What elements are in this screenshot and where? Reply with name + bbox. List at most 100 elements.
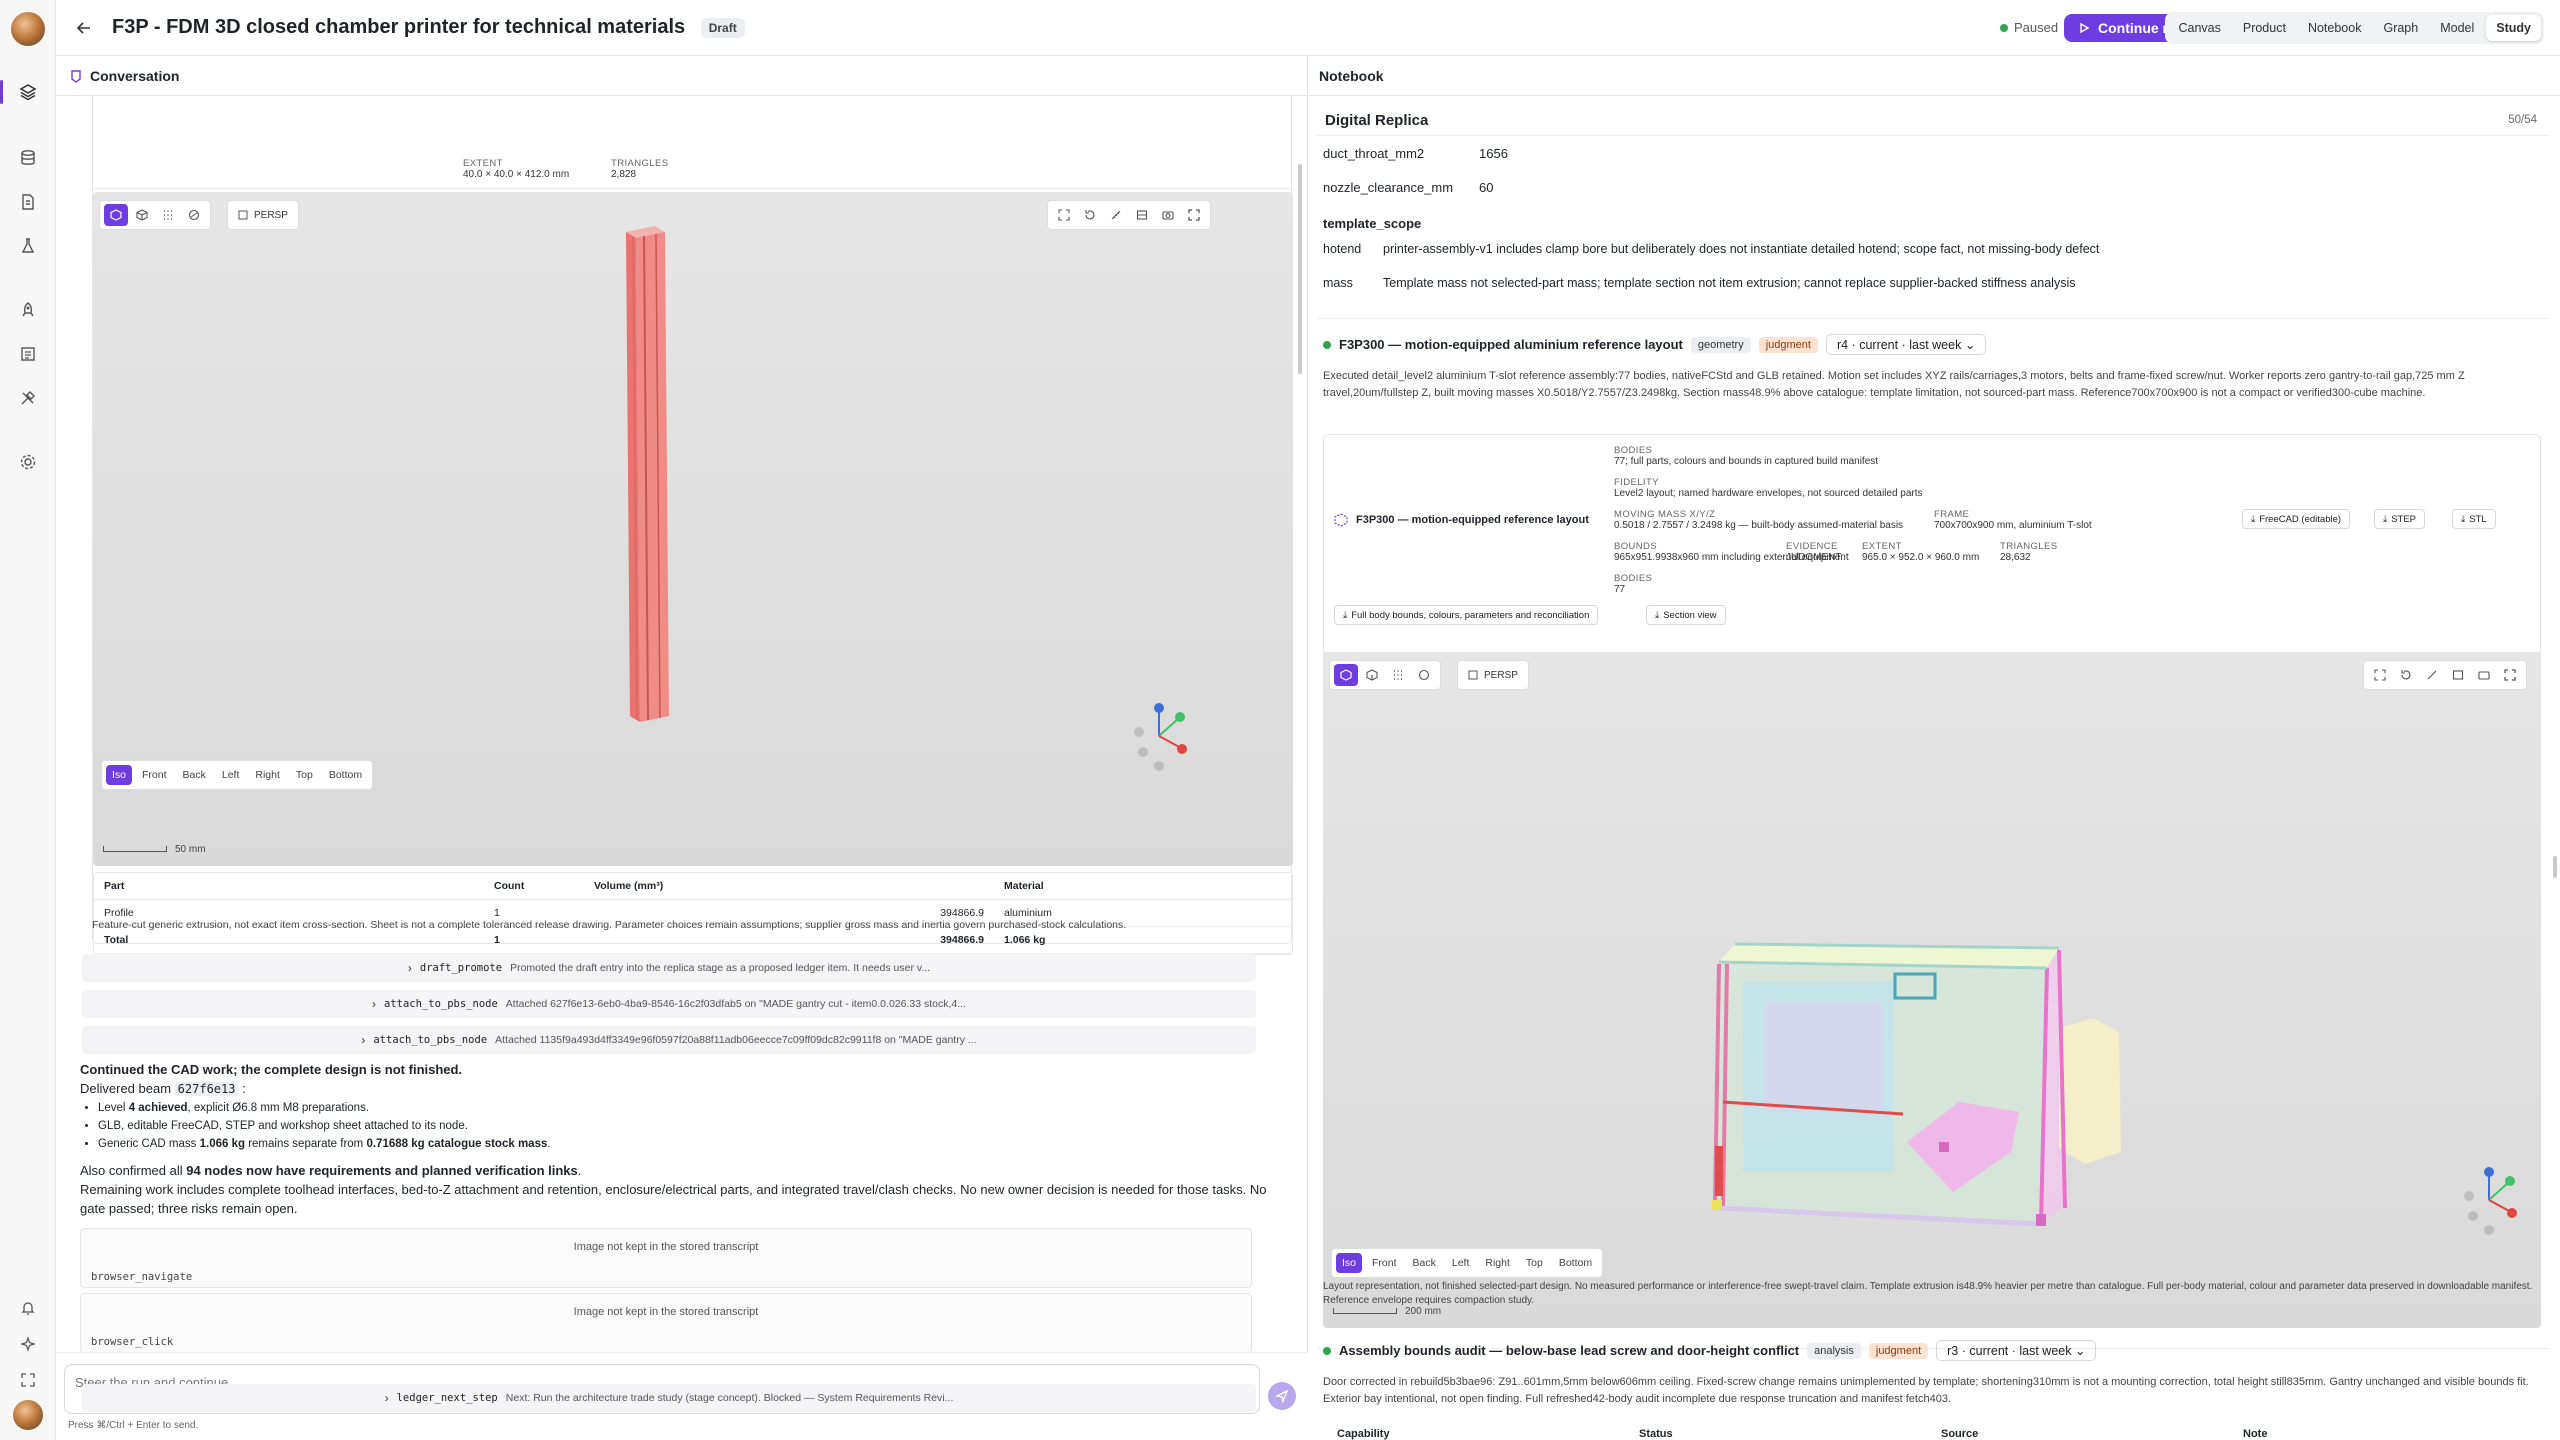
download-icon: ⤓ [1655, 609, 1660, 621]
scope-row-hotend: hotend printer-assembly-v1 includes clamp… [1323, 242, 2100, 256]
section-header: Digital Replica 50/54 [1317, 104, 2549, 136]
col-volume: Volume (mm³) [584, 873, 994, 900]
chevron-down-icon: ⌄ [1964, 338, 1976, 352]
tools-icon[interactable] [16, 386, 40, 410]
send-icon [1275, 1389, 1289, 1403]
view-right[interactable]: Right [249, 765, 286, 785]
tab-graph[interactable]: Graph [2373, 15, 2428, 41]
view-bottom[interactable]: Bottom [323, 765, 368, 785]
conversation-scrollbar[interactable] [1298, 164, 1302, 374]
col-status: Status [1639, 1428, 1673, 1440]
axis-gizmo[interactable] [1119, 696, 1199, 776]
back-arrow-icon[interactable] [74, 18, 94, 38]
checklist-icon[interactable] [16, 342, 40, 366]
view-front[interactable]: Front [136, 765, 173, 785]
audit-table-header: Capability Status Source Note [1337, 1428, 2537, 1440]
download-icon: ⤓ [2383, 513, 2388, 525]
expand-icon[interactable] [16, 1368, 40, 1392]
assistant-message: Continued the CAD work; the complete des… [80, 1060, 1280, 1218]
scope-row-mass: mass Template mass not selected-part mass… [1323, 276, 2076, 290]
entry-header-reference-layout: F3P300 — motion-equipped aluminium refer… [1323, 334, 1987, 355]
view-tabs: Canvas Product Notebook Graph Model Stud… [2165, 12, 2544, 44]
tab-canvas[interactable]: Canvas [2168, 15, 2230, 41]
tag-analysis: analysis [1807, 1342, 1861, 1359]
image-placeholder: Image not kept in the stored transcript b… [80, 1293, 1252, 1353]
bell-icon[interactable] [16, 1296, 40, 1320]
view-front[interactable]: Front [1366, 1253, 1403, 1273]
entry-description: Executed detail_level2 aluminium T-slot … [1323, 370, 2465, 399]
chevron-right-icon: › [384, 1391, 389, 1405]
draft-badge: Draft [700, 17, 745, 38]
notebook-header: Notebook [1309, 56, 2560, 96]
model-viewer-beam[interactable]: PERSP Iso Front Back Left Right Top Bott… [93, 192, 1293, 866]
settings-gear-icon[interactable] [16, 450, 40, 474]
tag-judgment: judgment [1758, 336, 1818, 353]
view-top[interactable]: Top [290, 765, 319, 785]
top-bar: F3P - FDM 3D closed chamber printer for … [56, 0, 2560, 56]
triangles-meta: TRIANGLES 2,828 [611, 158, 669, 180]
model-viewer-assembly[interactable]: PERSP Iso Front Back Left Right Top Bott… [1323, 652, 2541, 1328]
download-step-button[interactable]: ⤓ STEP [2374, 509, 2426, 529]
full-body-bounds-button[interactable]: ⤓ Full body bounds, colours, parameters a… [1334, 605, 1599, 625]
workspace-avatar[interactable] [11, 12, 45, 46]
database-icon[interactable] [16, 146, 40, 170]
view-top[interactable]: Top [1520, 1253, 1549, 1273]
tag-judgment: judgment [1868, 1342, 1929, 1359]
view-presets: Iso Front Back Left Right Top Bottom [1331, 1248, 1604, 1278]
section-title: Digital Replica [1325, 112, 1429, 129]
meta-extent: EXTENT 965.0 × 952.0 × 960.0 mm [1862, 541, 1980, 563]
artifact-note: Feature-cut generic extrusion, not exact… [92, 919, 1127, 931]
col-part: Part [94, 873, 484, 900]
view-back[interactable]: Back [177, 765, 212, 785]
tab-product[interactable]: Product [2233, 15, 2296, 41]
tab-notebook[interactable]: Notebook [2298, 15, 2372, 41]
view-iso[interactable]: Iso [1336, 1253, 1363, 1273]
document-icon[interactable] [16, 190, 40, 214]
entry-header-bounds-audit: Assembly bounds audit — below-base lead … [1323, 1340, 2097, 1361]
section-view-button[interactable]: ⤓ Section view [1646, 605, 1726, 625]
meta-evidence: EVIDENCE JUDGMENT [1786, 541, 1842, 563]
layers-icon[interactable] [0, 80, 40, 104]
col-capability: Capability [1337, 1428, 1390, 1440]
tab-model[interactable]: Model [2430, 15, 2484, 41]
col-material: Material [994, 873, 1292, 900]
view-right[interactable]: Right [1479, 1253, 1516, 1273]
view-left[interactable]: Left [1446, 1253, 1476, 1273]
tool-call-attach-2[interactable]: › attach_to_pbs_node Attached 1135f9a493d4… [82, 1026, 1256, 1054]
notebook-pane: Notebook Digital Replica 50/54 duct_thro… [1309, 56, 2560, 1440]
meta-triangles: TRIANGLES 28,632 [2000, 541, 2058, 563]
revision-select[interactable]: r3 · current · last week ⌄ [1936, 1340, 2097, 1361]
status-dot [2000, 23, 2008, 32]
viewer-caption: Layout representation, not finished sele… [1323, 1281, 2533, 1306]
download-stl-button[interactable]: ⤓ STL [2452, 509, 2496, 529]
scale-bar: 50 mm [103, 844, 206, 855]
rocket-icon[interactable] [16, 298, 40, 322]
conversation-header: Conversation [56, 56, 1307, 96]
sparkle-icon[interactable] [16, 1332, 40, 1356]
tool-call-ledger-next-step[interactable]: › ledger_next_step Next: Run the architect… [82, 1384, 1256, 1412]
download-freecad-button[interactable]: ⤓ FreeCAD (editable) [2242, 509, 2351, 529]
axis-gizmo[interactable] [2449, 1160, 2529, 1240]
nav-rail [0, 0, 56, 1440]
view-left[interactable]: Left [216, 765, 246, 785]
cube-icon [1334, 513, 1348, 527]
status-dot [1323, 340, 1331, 349]
meta-bodies: BODIES 77; full parts, colours and bounds… [1614, 445, 1879, 467]
revision-select[interactable]: r4 · current · last week ⌄ [1825, 334, 1987, 355]
view-bottom[interactable]: Bottom [1553, 1253, 1598, 1273]
notebook-scrollbar[interactable] [2553, 856, 2557, 878]
view-presets: Iso Front Back Left Right Top Bottom [101, 760, 374, 790]
user-avatar[interactable] [13, 1400, 43, 1430]
kv-nozzle-clearance: nozzle_clearance_mm 60 [1323, 180, 1494, 195]
tool-call-draft-promote[interactable]: › draft_promote Promoted the draft entry i… [82, 954, 1256, 982]
view-iso[interactable]: Iso [106, 765, 133, 785]
tab-study[interactable]: Study [2486, 15, 2541, 41]
view-back[interactable]: Back [1407, 1253, 1442, 1273]
flask-icon[interactable] [16, 234, 40, 258]
send-button[interactable] [1268, 1382, 1296, 1410]
image-placeholder: Image not kept in the stored transcript b… [80, 1228, 1252, 1288]
list-item: GLB, editable FreeCAD, STEP and workshop… [98, 1117, 1280, 1135]
tag-geometry: geometry [1690, 336, 1751, 353]
meta-bodies-count: BODIES 77 [1614, 573, 1653, 595]
tool-call-attach-1[interactable]: › attach_to_pbs_node Attached 627f6e13-6eb… [82, 990, 1256, 1018]
